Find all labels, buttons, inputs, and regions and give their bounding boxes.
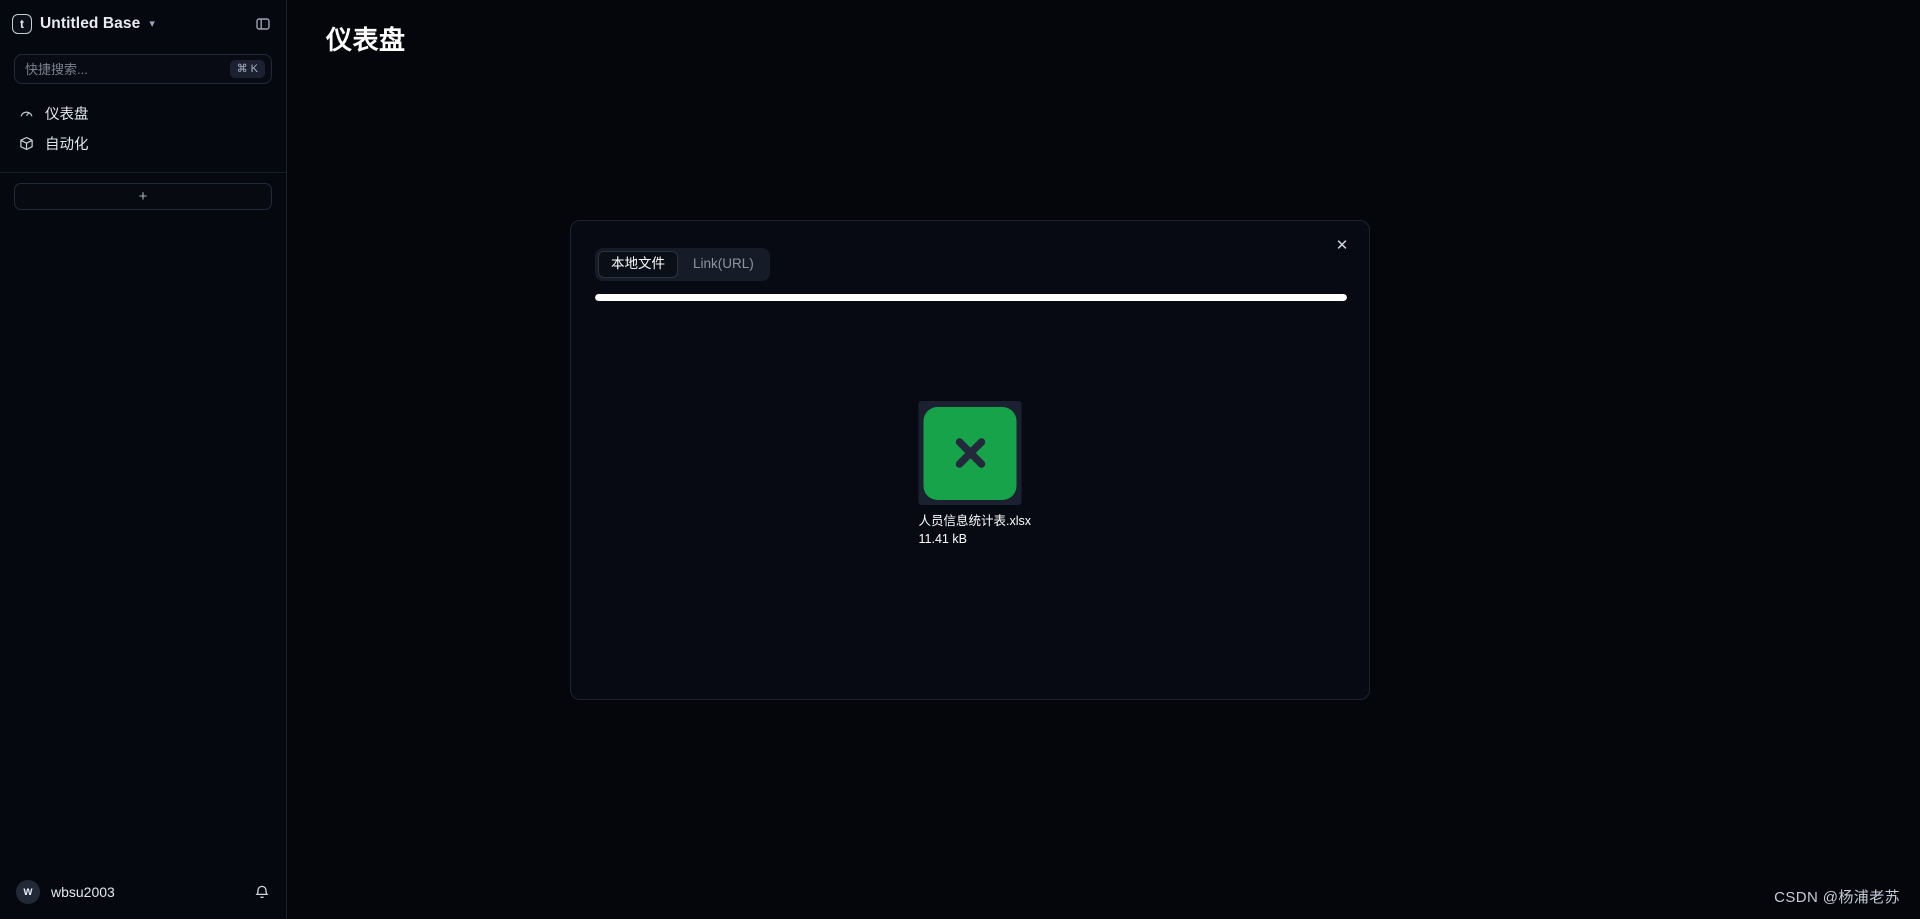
- file-size-label: 11.41 kB: [918, 532, 967, 547]
- main-content: 仪表盘 ✕ 本地文件 Link(URL) 人员信息统计表.xlsx 11.41 …: [287, 0, 1920, 919]
- sidebar-header: t Untitled Base ▾: [0, 2, 286, 46]
- bell-icon[interactable]: [254, 884, 270, 900]
- file-upload-dialog: ✕ 本地文件 Link(URL) 人员信息统计表.xlsx 11.41 kB: [570, 220, 1370, 700]
- panel-left-icon[interactable]: [252, 13, 274, 35]
- sidebar-item-dashboard[interactable]: 仪表盘: [10, 98, 276, 128]
- sidebar-nav: 仪表盘 自动化: [0, 98, 286, 158]
- xlsx-file-icon: [923, 406, 1017, 500]
- user-name-label[interactable]: wbsu2003: [51, 884, 115, 900]
- tab-local-file[interactable]: 本地文件: [598, 251, 678, 278]
- app-root: t Untitled Base ▾ ⌘ K: [0, 0, 1920, 919]
- page-title: 仪表盘: [326, 25, 406, 55]
- shortcut-modifier-icon: ⌘: [236, 62, 248, 75]
- avatar[interactable]: w: [16, 880, 40, 904]
- file-thumbnail: [918, 401, 1022, 505]
- search-input[interactable]: [25, 61, 230, 77]
- tab-link-url[interactable]: Link(URL): [680, 251, 767, 278]
- sidebar-item-automation[interactable]: 自动化: [10, 128, 276, 158]
- search-container: ⌘ K: [0, 54, 286, 84]
- file-name-label: 人员信息统计表.xlsx: [918, 514, 1032, 528]
- search-shortcut-badge: ⌘ K: [229, 59, 265, 79]
- chevron-down-icon[interactable]: ▾: [149, 18, 155, 30]
- upload-progress-fill: [595, 294, 1347, 301]
- add-button-container: +: [0, 173, 286, 210]
- close-icon[interactable]: ✕: [1332, 235, 1352, 255]
- watermark: CSDN @杨浦老苏: [1774, 889, 1900, 906]
- shortcut-key-label: K: [250, 62, 258, 75]
- package-icon: [18, 135, 35, 152]
- base-logo-icon: t: [12, 14, 32, 34]
- add-button[interactable]: +: [14, 183, 272, 210]
- search-box[interactable]: ⌘ K: [14, 54, 272, 84]
- sidebar-footer: w wbsu2003: [0, 865, 286, 919]
- uploaded-file-card[interactable]: 人员信息统计表.xlsx 11.41 kB: [918, 401, 1031, 548]
- sidebar: t Untitled Base ▾ ⌘ K: [0, 0, 287, 919]
- sidebar-item-label: 自动化: [45, 136, 89, 153]
- upload-progress-bar: [595, 294, 1347, 301]
- upload-source-tabs: 本地文件 Link(URL): [595, 248, 770, 281]
- sidebar-item-label: 仪表盘: [45, 106, 89, 123]
- base-name-label[interactable]: Untitled Base: [40, 15, 140, 33]
- gauge-icon: [18, 105, 35, 122]
